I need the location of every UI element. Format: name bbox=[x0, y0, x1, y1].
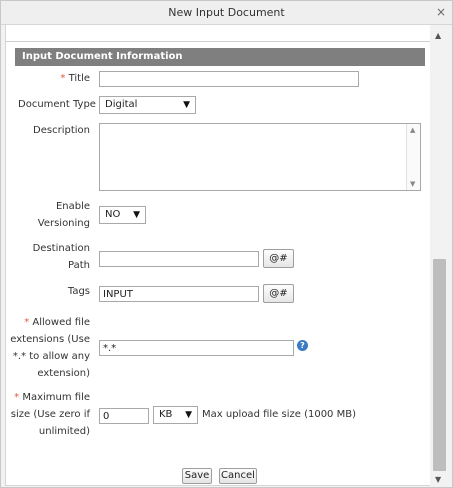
destination-label-line2: Path bbox=[68, 260, 90, 271]
dialog-titlebar: New Input Document × bbox=[1, 1, 452, 25]
max-size-label-line3: unlimited) bbox=[38, 426, 90, 437]
section-header: Input Document Information bbox=[15, 48, 425, 66]
required-marker: * bbox=[60, 73, 66, 84]
tags-label: Tags bbox=[67, 286, 90, 297]
max-upload-note: Max upload file size (1000 MB) bbox=[202, 409, 356, 420]
tags-input[interactable]: INPUT bbox=[99, 286, 259, 302]
document-type-value: Digital bbox=[105, 99, 138, 110]
allowed-ext-label-line3: *.* to allow any bbox=[12, 351, 90, 362]
save-button[interactable]: Save bbox=[182, 468, 212, 484]
allowed-ext-label-line4: extension) bbox=[37, 368, 90, 379]
versioning-value: NO bbox=[105, 209, 121, 220]
title-label-text: Title bbox=[68, 73, 90, 84]
scroll-up-icon[interactable]: ▲ bbox=[435, 31, 441, 40]
dialog-title: New Input Document bbox=[168, 6, 285, 19]
required-marker: * bbox=[14, 392, 20, 403]
textarea-scrollbar[interactable]: ▲ ▼ bbox=[406, 124, 420, 190]
divider bbox=[6, 41, 430, 42]
versioning-select[interactable]: NO ▼ bbox=[99, 206, 146, 224]
allowed-ext-label-text: Allowed file bbox=[32, 317, 90, 328]
destination-path-input[interactable] bbox=[99, 251, 259, 267]
scrollbar-thumb[interactable] bbox=[433, 259, 446, 471]
required-marker: * bbox=[24, 317, 30, 328]
max-size-input[interactable]: 0 bbox=[99, 408, 149, 424]
versioning-label-line2: Versioning bbox=[37, 218, 90, 229]
title-label: * Title bbox=[16, 70, 90, 87]
dialog-scrollbar[interactable]: ▲ ▼ bbox=[431, 25, 448, 487]
scroll-up-icon[interactable]: ▲ bbox=[410, 126, 415, 134]
form-panel: Input Document Information * Title Docum… bbox=[5, 25, 430, 486]
destination-label-line1: Destination bbox=[32, 243, 90, 254]
scroll-down-icon[interactable]: ▼ bbox=[435, 475, 441, 484]
size-unit-select[interactable]: KB ▼ bbox=[153, 406, 198, 424]
document-type-label: Document Type bbox=[18, 99, 96, 110]
allowed-extensions-input[interactable]: *.* bbox=[99, 340, 294, 356]
cancel-button[interactable]: Cancel bbox=[219, 468, 257, 484]
chevron-down-icon: ▼ bbox=[185, 410, 192, 420]
description-label: Description bbox=[33, 125, 90, 136]
help-icon[interactable]: ? bbox=[297, 340, 308, 351]
max-size-label-line2: size (Use zero if bbox=[10, 409, 90, 420]
chevron-down-icon: ▼ bbox=[133, 210, 140, 220]
scroll-down-icon[interactable]: ▼ bbox=[410, 180, 415, 188]
title-input[interactable] bbox=[99, 71, 359, 87]
close-icon[interactable]: × bbox=[436, 5, 446, 19]
allowed-ext-label-line2: extensions (Use bbox=[10, 334, 90, 345]
max-size-label-line1: * Maximum file bbox=[10, 389, 90, 406]
max-size-label-text: Maximum file bbox=[22, 392, 90, 403]
allowed-ext-label-line1: * Allowed file bbox=[10, 314, 90, 331]
document-type-select[interactable]: Digital ▼ bbox=[99, 96, 196, 114]
destination-variable-button[interactable]: @# bbox=[263, 249, 294, 268]
tags-variable-button[interactable]: @# bbox=[263, 284, 294, 303]
chevron-down-icon: ▼ bbox=[183, 100, 190, 110]
description-textarea[interactable]: ▲ ▼ bbox=[99, 123, 421, 191]
size-unit-value: KB bbox=[159, 409, 173, 420]
new-input-document-dialog: New Input Document × Input Document Info… bbox=[0, 0, 453, 488]
versioning-label-line1: Enable bbox=[55, 201, 90, 212]
